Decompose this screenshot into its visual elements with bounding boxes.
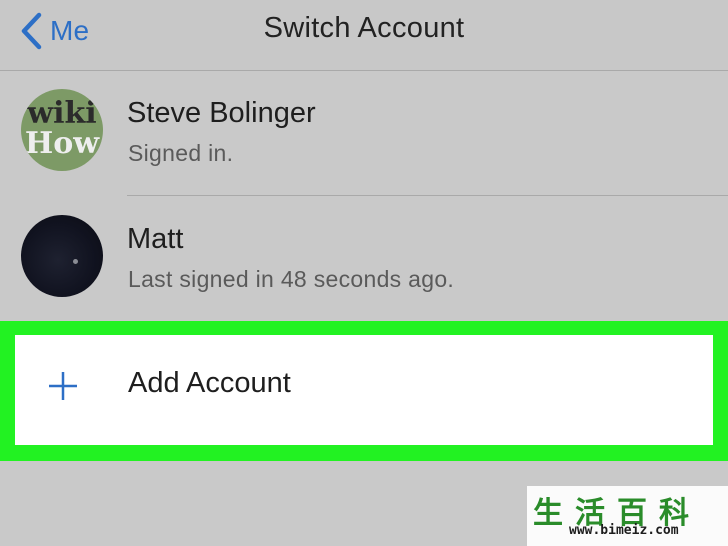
switch-account-screen: Me Switch Account wiki How Steve Bolinge… (0, 0, 728, 546)
add-account-label: Add Account (128, 367, 291, 399)
avatar-logo-text-bottom: How (24, 126, 100, 161)
add-account-button[interactable]: Add Account (15, 335, 713, 445)
watermark: 生活百科 www.bimeiz.com (527, 486, 728, 546)
account-row-matt[interactable]: Matt Last signed in 48 seconds ago. (0, 196, 728, 321)
account-name: Matt (127, 223, 184, 255)
account-status: Last signed in 48 seconds ago. (128, 266, 455, 292)
avatar-logo-text-top: wiki (27, 96, 97, 131)
plus-icon (48, 371, 78, 401)
avatar (21, 215, 103, 297)
navigation-bar: Me Switch Account (0, 0, 728, 71)
account-row-steve-bolinger[interactable]: wiki How Steve Bolinger Signed in. (0, 70, 728, 195)
account-name: Steve Bolinger (127, 97, 316, 129)
page-title: Switch Account (263, 12, 465, 44)
watermark-url: www.bimeiz.com (569, 523, 679, 538)
account-status: Signed in. (128, 140, 234, 166)
avatar: wiki How (21, 89, 103, 171)
